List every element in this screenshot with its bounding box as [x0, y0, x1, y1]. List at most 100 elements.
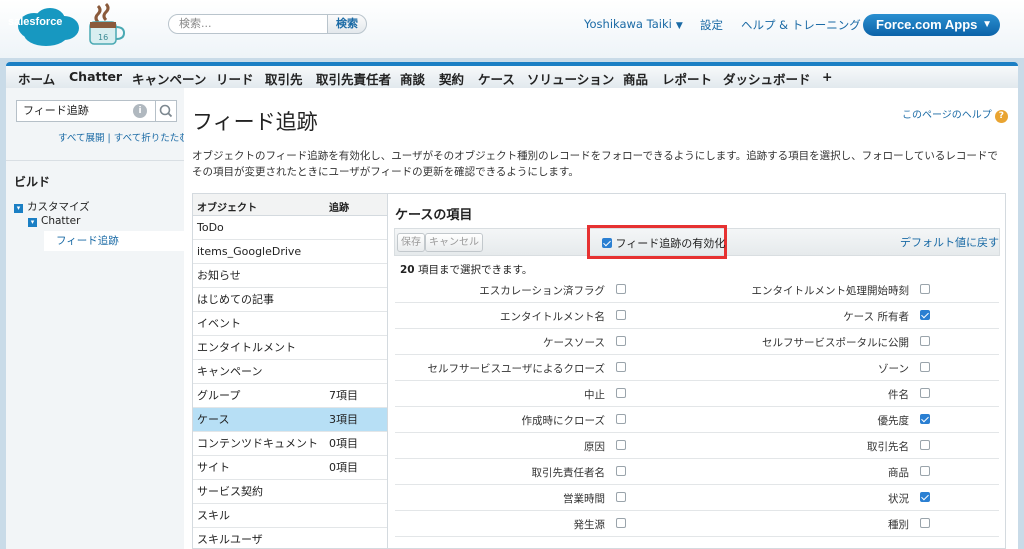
- tab-chatter[interactable]: Chatter: [69, 69, 122, 84]
- object-name: サービス契約: [197, 485, 263, 498]
- help-icon: ?: [994, 110, 1008, 123]
- object-list: オブジェクト 追跡 ToDo items_GoogleDrive お知らせ はじめての…: [192, 193, 388, 549]
- field-label: 優先度: [877, 415, 910, 427]
- object-name: ケース: [197, 413, 230, 426]
- page-help-link[interactable]: このページのヘルプ?: [902, 106, 1008, 123]
- fields-panel: ケースの項目 保存 キャンセル フィード追跡の有効化 デフォルト値に戻す 20 …: [388, 193, 1006, 549]
- tab-home[interactable]: ホーム: [18, 69, 55, 88]
- field-checkbox[interactable]: [920, 284, 930, 294]
- logo-text: salesforce: [8, 16, 63, 28]
- column-header-tracking: 追跡: [329, 203, 349, 214]
- object-name: キャンペーン: [197, 365, 263, 378]
- object-row[interactable]: ケース 3項目: [193, 408, 387, 432]
- cancel-button[interactable]: キャンセル: [425, 233, 483, 252]
- tab-opportunities[interactable]: 商談: [400, 69, 425, 88]
- save-button[interactable]: 保存: [397, 233, 425, 252]
- object-name: コンテンツドキュメント: [197, 437, 318, 450]
- tree-item-chatter[interactable]: ▾ Chatter: [28, 215, 80, 227]
- object-row[interactable]: ToDo: [193, 216, 387, 240]
- app-menu-button[interactable]: Force.com Apps ▼: [863, 14, 1000, 36]
- field-checkbox[interactable]: [616, 310, 626, 320]
- settings-link[interactable]: 設定: [700, 17, 723, 33]
- field-label: 作成時にクローズ: [521, 415, 605, 427]
- tab-accounts[interactable]: 取引先: [265, 69, 303, 88]
- user-menu[interactable]: Yoshikawa Taiki ▼: [584, 17, 683, 31]
- object-row[interactable]: スキル: [193, 504, 387, 528]
- object-row[interactable]: お知らせ: [193, 264, 387, 288]
- checkbox-checked[interactable]: [602, 238, 612, 248]
- field-checkbox[interactable]: [616, 518, 626, 528]
- tree-item-customize[interactable]: ▾ カスタマイズ: [14, 199, 90, 214]
- field-label: セルフサービスポータルに公開: [762, 337, 909, 349]
- object-row[interactable]: サイト 0項目: [193, 456, 387, 480]
- field-label: 取引先名: [867, 441, 909, 453]
- field-checkbox[interactable]: [616, 362, 626, 372]
- column-header-object: オブジェクト: [197, 203, 257, 214]
- field-checkbox[interactable]: [920, 414, 930, 424]
- field-checkbox[interactable]: [920, 466, 930, 476]
- object-row[interactable]: items_GoogleDrive: [193, 240, 387, 264]
- info-icon[interactable]: i: [133, 104, 147, 118]
- restore-defaults-link[interactable]: デフォルト値に戻す: [900, 234, 999, 250]
- field-checkbox[interactable]: [616, 414, 626, 424]
- field-checkbox[interactable]: [616, 336, 626, 346]
- object-name: エンタイトルメント: [197, 341, 296, 354]
- help-training-link[interactable]: ヘルプ & トレーニング: [741, 17, 861, 33]
- field-row: 取引先責任者名 商品: [395, 459, 999, 485]
- field-checkbox[interactable]: [616, 466, 626, 476]
- tab-solutions[interactable]: ソリューション: [527, 69, 614, 88]
- object-row[interactable]: キャンペーン: [193, 360, 387, 384]
- selection-limit-text: 20 項目まで選択できます。: [400, 262, 532, 277]
- field-checkbox[interactable]: [920, 440, 930, 450]
- object-row[interactable]: コンテンツドキュメント 0項目: [193, 432, 387, 456]
- tab-leads[interactable]: リード: [216, 69, 254, 88]
- object-row[interactable]: サービス契約: [193, 480, 387, 504]
- link-separator: |: [107, 133, 111, 144]
- tab-campaigns[interactable]: キャンペーン: [132, 69, 206, 88]
- object-row[interactable]: スキルユーザ: [193, 528, 387, 548]
- object-row[interactable]: イベント: [193, 312, 387, 336]
- caret-down-icon: ▼: [982, 19, 992, 30]
- tree-item-feed-tracking[interactable]: フィード追跡: [44, 231, 184, 251]
- tab-reports[interactable]: レポート: [662, 69, 712, 88]
- global-search-input[interactable]: 検索...: [168, 14, 328, 34]
- tab-cases[interactable]: ケース: [478, 69, 515, 88]
- enable-feed-tracking-label: フィード追跡の有効化: [615, 237, 726, 250]
- field-checkbox[interactable]: [920, 388, 930, 398]
- field-checkbox[interactable]: [920, 362, 930, 372]
- field-checkbox[interactable]: [616, 284, 626, 294]
- setup-sidebar: フィード追跡 i すべて展開 | すべて折りたたむ ビルド ▾ カスタマイズ ▾ C…: [6, 88, 189, 549]
- object-row[interactable]: エンタイトルメント: [193, 336, 387, 360]
- field-label: 種別: [888, 519, 909, 531]
- field-checkbox[interactable]: [616, 388, 626, 398]
- add-tab-icon[interactable]: +: [822, 69, 832, 84]
- field-label: ケースソース: [543, 337, 605, 349]
- field-row: エンタイトルメント名 ケース 所有者: [395, 303, 999, 329]
- field-checkbox[interactable]: [920, 310, 930, 320]
- tab-products[interactable]: 商品: [623, 69, 648, 88]
- field-checkbox[interactable]: [920, 518, 930, 528]
- global-search-button[interactable]: 検索: [327, 14, 367, 34]
- tab-contracts[interactable]: 契約: [439, 69, 464, 88]
- object-row[interactable]: はじめての記事: [193, 288, 387, 312]
- field-checkbox[interactable]: [616, 440, 626, 450]
- page-description: オブジェクトのフィード追跡を有効化し、ユーザがそのオブジェクト種別のレコードをフ…: [192, 150, 998, 178]
- tab-contacts[interactable]: 取引先責任者: [316, 69, 391, 88]
- search-icon: [159, 104, 173, 118]
- object-row[interactable]: グループ 7項目: [193, 384, 387, 408]
- collapse-toggle-icon[interactable]: ▾: [14, 204, 23, 213]
- object-name: サイト: [197, 461, 230, 474]
- field-checkbox[interactable]: [616, 492, 626, 502]
- field-checkbox[interactable]: [920, 492, 930, 502]
- field-label: セルフサービスユーザによるクローズ: [427, 363, 605, 375]
- field-row: 営業時間 状況: [395, 485, 999, 511]
- collapse-toggle-icon[interactable]: ▾: [28, 218, 37, 227]
- setup-search-button[interactable]: [155, 100, 177, 122]
- object-name: イベント: [197, 317, 241, 330]
- collapse-all-link[interactable]: すべて折りたたむ: [114, 133, 189, 144]
- field-checkbox[interactable]: [920, 336, 930, 346]
- enable-feed-tracking-checkbox[interactable]: フィード追跡の有効化: [602, 235, 725, 251]
- help-link-label: このページのヘルプ: [902, 110, 992, 121]
- expand-all-link[interactable]: すべて展開: [58, 133, 104, 144]
- tab-dashboards[interactable]: ダッシュボード: [723, 69, 811, 88]
